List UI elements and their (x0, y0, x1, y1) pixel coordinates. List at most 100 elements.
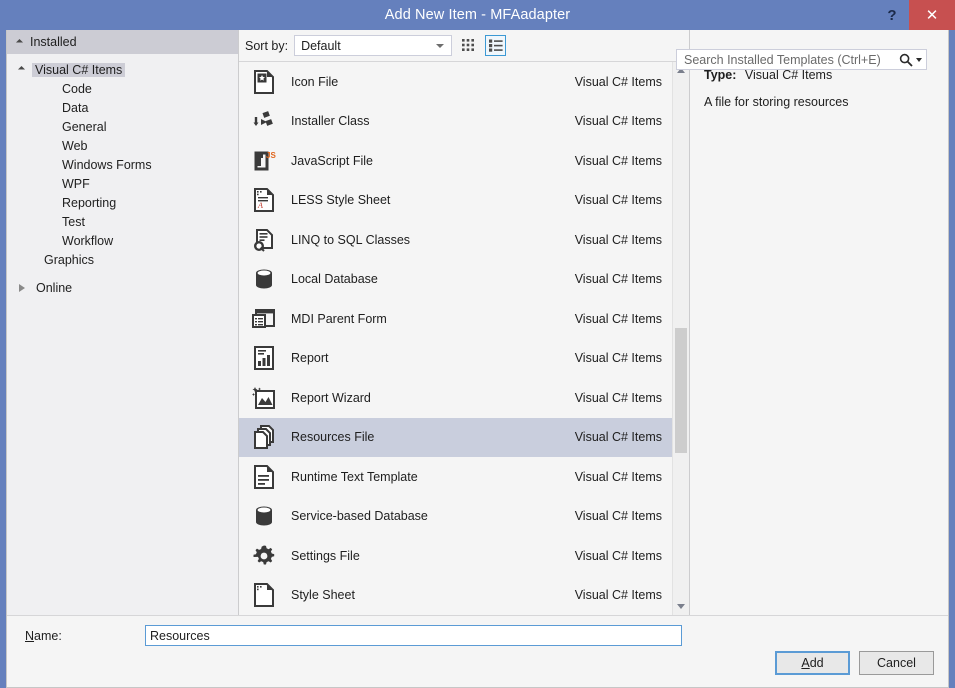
add-button[interactable]: Add (775, 651, 850, 675)
tree-item-label: Online (33, 281, 75, 295)
installed-header[interactable]: Installed (7, 30, 238, 54)
tree-item-wpf[interactable]: WPF (7, 174, 238, 193)
template-row-less-style-sheet[interactable]: A LESS Style Sheet Visual C# Items (239, 181, 672, 221)
template-category: Visual C# Items (575, 272, 672, 286)
tree-item-label: Data (59, 101, 91, 115)
template-row-style-sheet[interactable]: Style Sheet Visual C# Items (239, 576, 672, 616)
template-list[interactable]: Icon File Visual C# Items (239, 62, 672, 615)
template-category: Visual C# Items (575, 75, 672, 89)
tree-item-reporting[interactable]: Reporting (7, 193, 238, 212)
chevron-down-icon (677, 604, 685, 609)
category-tree: Visual C# Items Code Data General Web (7, 54, 238, 615)
template-row-settings-file[interactable]: Settings File Visual C# Items (239, 536, 672, 576)
name-input[interactable] (145, 625, 682, 646)
template-row-runtime-text-template[interactable]: Runtime Text Template Visual C# Items (239, 457, 672, 497)
tree-item-label: Reporting (59, 196, 119, 210)
template-name: Service-based Database (281, 509, 575, 523)
list-toolbar: Sort by: Default (239, 30, 689, 61)
grid-view-button[interactable] (458, 35, 479, 56)
tree-item-label: General (59, 120, 109, 134)
tree-spacer (7, 269, 238, 278)
name-field-row: Name: (7, 616, 948, 646)
chevron-down-icon (16, 38, 23, 45)
template-name: Runtime Text Template (281, 470, 575, 484)
template-name: Icon File (281, 75, 575, 89)
search-icon (899, 53, 913, 67)
chevron-down-icon[interactable] (916, 58, 922, 62)
template-row-javascript-file[interactable]: JS JavaScript File Visual C# Items (239, 141, 672, 181)
template-row-linq-to-sql-classes[interactable]: LINQ to SQL Classes Visual C# Items (239, 220, 672, 260)
list-view-button[interactable] (485, 35, 506, 56)
type-label: Type: (704, 68, 736, 82)
chevron-down-icon (436, 44, 444, 48)
tree-item-label: WPF (59, 177, 93, 191)
tree-item-workflow[interactable]: Workflow (7, 231, 238, 250)
tree-item-online[interactable]: Online (7, 278, 238, 297)
database-icon (247, 267, 281, 291)
template-category: Visual C# Items (575, 193, 672, 207)
template-list-scrollbar[interactable] (672, 62, 689, 615)
svg-text:JS: JS (266, 151, 276, 160)
sort-by-value: Default (301, 39, 341, 53)
tree-item-windows-forms[interactable]: Windows Forms (7, 155, 238, 174)
template-categories-pane: Installed Visual C# Items Code Data Gene… (7, 30, 239, 615)
template-category: Visual C# Items (575, 312, 672, 326)
template-category: Visual C# Items (575, 391, 672, 405)
tree-item-data[interactable]: Data (7, 98, 238, 117)
template-row-service-based-database[interactable]: Service-based Database Visual C# Items (239, 497, 672, 537)
stylesheet-icon (247, 583, 281, 607)
installer-class-icon (247, 109, 281, 133)
name-label: Name: (25, 629, 145, 643)
tree-item-code[interactable]: Code (7, 79, 238, 98)
cancel-button[interactable]: Cancel (859, 651, 934, 675)
close-icon[interactable]: ✕ (909, 0, 955, 30)
list-view-icon (489, 39, 503, 52)
tree-item-label: Test (59, 215, 88, 229)
tree-item-test[interactable]: Test (7, 212, 238, 231)
tree-item-label: Graphics (41, 253, 97, 267)
tree-item-label: Code (59, 82, 95, 96)
chevron-down-icon (18, 66, 25, 73)
help-icon[interactable]: ? (875, 0, 909, 30)
template-category: Visual C# Items (575, 588, 672, 602)
sort-by-label: Sort by: (245, 39, 288, 53)
template-row-mdi-parent-form[interactable]: MDI Parent Form Visual C# Items (239, 299, 672, 339)
tree-item-label: Workflow (59, 234, 116, 248)
add-new-item-dialog: Add New Item - MFAadapter ? ✕ Installed … (0, 0, 955, 660)
dialog-body: Installed Visual C# Items Code Data Gene… (6, 30, 949, 688)
installed-label: Installed (30, 35, 77, 49)
scrollbar-thumb[interactable] (675, 328, 687, 453)
template-row-resources-file[interactable]: Resources File Visual C# Items (239, 418, 672, 458)
template-category: Visual C# Items (575, 549, 672, 563)
icon-file-icon (247, 70, 281, 94)
template-row-installer-class[interactable]: Installer Class Visual C# Items (239, 102, 672, 142)
scrollbar-track[interactable] (673, 79, 689, 598)
tree-item-label: Web (59, 139, 90, 153)
javascript-file-icon: JS (247, 149, 281, 173)
tree-item-general[interactable]: General (7, 117, 238, 136)
scroll-down-button[interactable] (673, 598, 689, 615)
tree-item-visual-csharp-items[interactable]: Visual C# Items (7, 60, 238, 79)
template-name: Report (281, 351, 575, 365)
sort-by-dropdown[interactable]: Default (294, 35, 452, 56)
template-name: Report Wizard (281, 391, 575, 405)
template-list-pane: Sort by: Default (239, 30, 690, 615)
template-row-local-database[interactable]: Local Database Visual C# Items (239, 260, 672, 300)
template-name: LINQ to SQL Classes (281, 233, 575, 247)
less-stylesheet-icon: A (247, 188, 281, 212)
tree-item-graphics[interactable]: Graphics (7, 250, 238, 269)
template-name: LESS Style Sheet (281, 193, 575, 207)
tree-item-label: Windows Forms (59, 158, 155, 172)
page-title: Add New Item - MFAadapter (0, 7, 955, 23)
template-row-report[interactable]: Report Visual C# Items (239, 339, 672, 379)
template-row-report-wizard[interactable]: Report Wizard Visual C# Items (239, 378, 672, 418)
search-input[interactable] (684, 53, 899, 67)
tree-item-web[interactable]: Web (7, 136, 238, 155)
svg-text:A: A (257, 201, 263, 210)
template-category: Visual C# Items (575, 233, 672, 247)
template-row-icon-file[interactable]: Icon File Visual C# Items (239, 62, 672, 102)
search-box[interactable] (676, 49, 927, 70)
template-category: Visual C# Items (575, 430, 672, 444)
resources-file-icon (247, 425, 281, 449)
template-category: Visual C# Items (575, 351, 672, 365)
